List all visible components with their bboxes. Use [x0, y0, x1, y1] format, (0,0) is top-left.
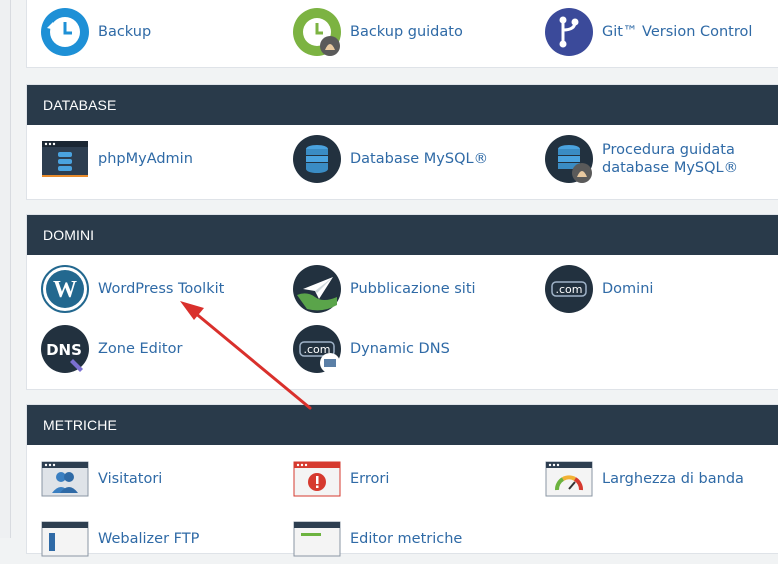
dns-zone-icon: DNS [41, 325, 89, 373]
site-publisher-link[interactable]: Pubblicazione siti [293, 264, 476, 314]
visitors-icon [41, 461, 89, 497]
phpmyadmin-icon [42, 141, 88, 177]
wordpress-toolkit-link[interactable]: W WordPress Toolkit [41, 264, 224, 314]
mysql-wizard-label: Procedura guidata database MySQL® [602, 142, 739, 176]
metrics-editor-link[interactable]: Editor metriche [293, 514, 462, 564]
domini-header[interactable]: DOMINI [27, 215, 778, 255]
visitors-link[interactable]: Visitatori [41, 454, 162, 504]
zone-editor-link[interactable]: DNS Zone Editor [41, 324, 182, 374]
backup-label: Backup [98, 24, 152, 40]
mysql-wizard-icon [545, 135, 593, 183]
metriche-header[interactable]: METRICHE [27, 405, 778, 445]
errors-label: Errori [350, 471, 390, 487]
backup-wizard-link[interactable]: Backup guidato [293, 7, 463, 57]
backup-wizard-icon [293, 8, 341, 56]
files-panel: Backup Backup guidato Git™ Version Contr… [26, 0, 778, 68]
git-label: Git™ Version Control [602, 24, 753, 40]
bandwidth-label: Larghezza di banda [602, 471, 744, 487]
bandwidth-link[interactable]: Larghezza di banda [545, 454, 744, 504]
site-publisher-label: Pubblicazione siti [350, 281, 476, 297]
webalizer-ftp-link[interactable]: Webalizer FTP [41, 514, 199, 564]
dynamic-dns-link[interactable]: .com Dynamic DNS [293, 324, 450, 374]
svg-text:W: W [53, 277, 77, 303]
domini-panel: DOMINI W WordPress Toolkit Pubblicazione… [26, 214, 778, 390]
errors-icon [293, 461, 341, 497]
phpmyadmin-label: phpMyAdmin [98, 151, 193, 167]
mysql-database-label: Database MySQL® [350, 151, 489, 167]
metrics-editor-label: Editor metriche [350, 531, 463, 547]
svg-text:.com: .com [556, 283, 583, 296]
wordpress-toolkit-label: WordPress Toolkit [98, 281, 225, 297]
domains-com-icon: .com [545, 265, 593, 313]
wordpress-icon: W [41, 265, 89, 313]
bandwidth-gauge-icon [545, 461, 593, 497]
site-publisher-icon [293, 265, 341, 313]
metriche-panel: METRICHE Visitatori Errori Larghezza di … [26, 404, 778, 557]
visitors-label: Visitatori [98, 471, 163, 487]
domains-label: Domini [602, 281, 654, 297]
left-sidebar-edge [0, 0, 11, 538]
webalizer-icon [41, 521, 89, 557]
webalizer-ftp-label: Webalizer FTP [98, 531, 200, 547]
phpmyadmin-link[interactable]: phpMyAdmin [41, 134, 193, 184]
backup-wizard-label: Backup guidato [350, 24, 463, 40]
errors-link[interactable]: Errori [293, 454, 389, 504]
backup-clock-icon [41, 8, 89, 56]
git-branch-icon [545, 8, 593, 56]
metrics-editor-icon [293, 521, 341, 557]
dynamic-dns-label: Dynamic DNS [350, 341, 450, 357]
mysql-wizard-link[interactable]: Procedura guidata database MySQL® [545, 134, 778, 184]
svg-text:DNS: DNS [46, 341, 82, 359]
dynamic-dns-icon: .com [293, 325, 341, 373]
domains-link[interactable]: .com Domini [545, 264, 653, 314]
git-version-control-link[interactable]: Git™ Version Control [545, 7, 752, 57]
backup-link[interactable]: Backup [41, 7, 151, 57]
mysql-database-icon [293, 135, 341, 183]
database-header[interactable]: DATABASE [27, 85, 778, 125]
mysql-database-link[interactable]: Database MySQL® [293, 134, 488, 184]
zone-editor-label: Zone Editor [98, 341, 183, 357]
database-panel: DATABASE phpMyAdmin Database MySQL® Proc… [26, 84, 778, 200]
